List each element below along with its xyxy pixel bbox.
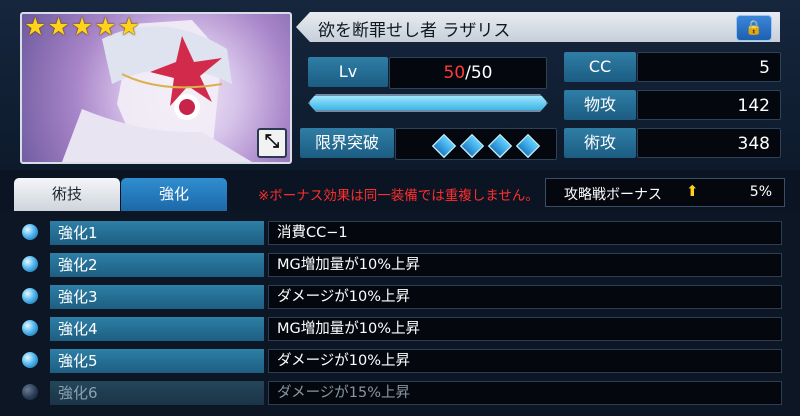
limit-break-label: 限界突破 [300,128,394,158]
orb-icon [22,224,38,240]
limit-break-gems [431,133,541,159]
star-icon: ★ [94,12,117,41]
orb-icon [22,320,38,336]
enhancement-row[interactable]: 強化2 MG増加量が10%上昇 [18,252,784,278]
expand-icon[interactable]: ⤡ [257,128,287,158]
star-icon: ★ [117,12,141,41]
bonus-box: 攻略戦ボーナス ⬆ 5% [545,178,785,207]
tab-skills[interactable]: 術技 [14,178,120,211]
enhancement-row[interactable]: 強化1 消費CC−1 [18,220,784,246]
enhancement-row[interactable]: 強化4 MG増加量が10%上昇 [18,316,784,342]
enhancement-name: 強化2 [50,253,264,277]
star-icon: ★ [70,12,94,41]
lv-value: 50/50 [389,57,547,89]
lv-max: /50 [465,63,493,83]
star-icon: ★ [24,12,47,41]
enhancement-name: 強化5 [50,349,264,373]
limit-break-gem-icon [459,133,485,159]
cc-value: 5 [637,52,781,82]
phys-atk-value: 142 [637,90,781,120]
enhancement-desc: MG増加量が10%上昇 [268,317,782,341]
bonus-label: 攻略戦ボーナス [564,187,662,203]
magic-atk-label: 術攻 [564,128,636,158]
enhancement-desc: ダメージが10%上昇 [268,349,782,373]
limit-break-gem-icon [487,133,513,159]
cc-label: CC [564,52,636,82]
up-arrow-icon: ⬆ [686,182,699,200]
phys-atk-label: 物攻 [564,90,636,120]
lv-label: Lv [308,57,388,87]
star-icon: ★ [47,12,70,41]
enhancement-desc: MG増加量が10%上昇 [268,253,782,277]
limit-break-gem-icon [431,133,457,159]
enhancement-row[interactable]: 強化3 ダメージが10%上昇 [18,284,784,310]
enhancement-name: 強化1 [50,221,264,245]
exp-fill [310,96,546,110]
orb-icon [22,256,38,272]
bonus-notice: ※ボーナス効果は同一装備では重複しません。 [258,188,539,204]
orb-icon [22,352,38,368]
lv-current: 50 [443,63,466,83]
enhancement-name: 強化3 [50,285,264,309]
enhancement-desc: 消費CC−1 [268,221,782,245]
orb-icon [22,384,38,400]
lock-icon[interactable]: 🔒 [736,15,772,41]
rarity-stars: ★ ★ ★ ★ ★ [24,14,140,39]
magic-atk-value: 348 [637,128,781,158]
enhancement-name: 強化6 [50,381,264,405]
orb-icon [22,288,38,304]
character-name-bar: 欲を断罪せし者 ラザリス [296,12,780,42]
enhancement-desc: ダメージが15%上昇 [268,381,782,405]
tab-enhance[interactable]: 強化 [121,178,227,211]
bonus-value: 5% [749,184,772,200]
enhancement-row[interactable]: 強化5 ダメージが10%上昇 [18,348,784,374]
limit-break-gem-icon [515,133,541,159]
enhancement-name: 強化4 [50,317,264,341]
exp-bar [308,94,548,112]
enhancement-desc: ダメージが10%上昇 [268,285,782,309]
enhancement-row[interactable]: 強化6 ダメージが15%上昇 [18,380,784,406]
character-name: 欲を断罪せし者 ラザリス [318,21,511,41]
